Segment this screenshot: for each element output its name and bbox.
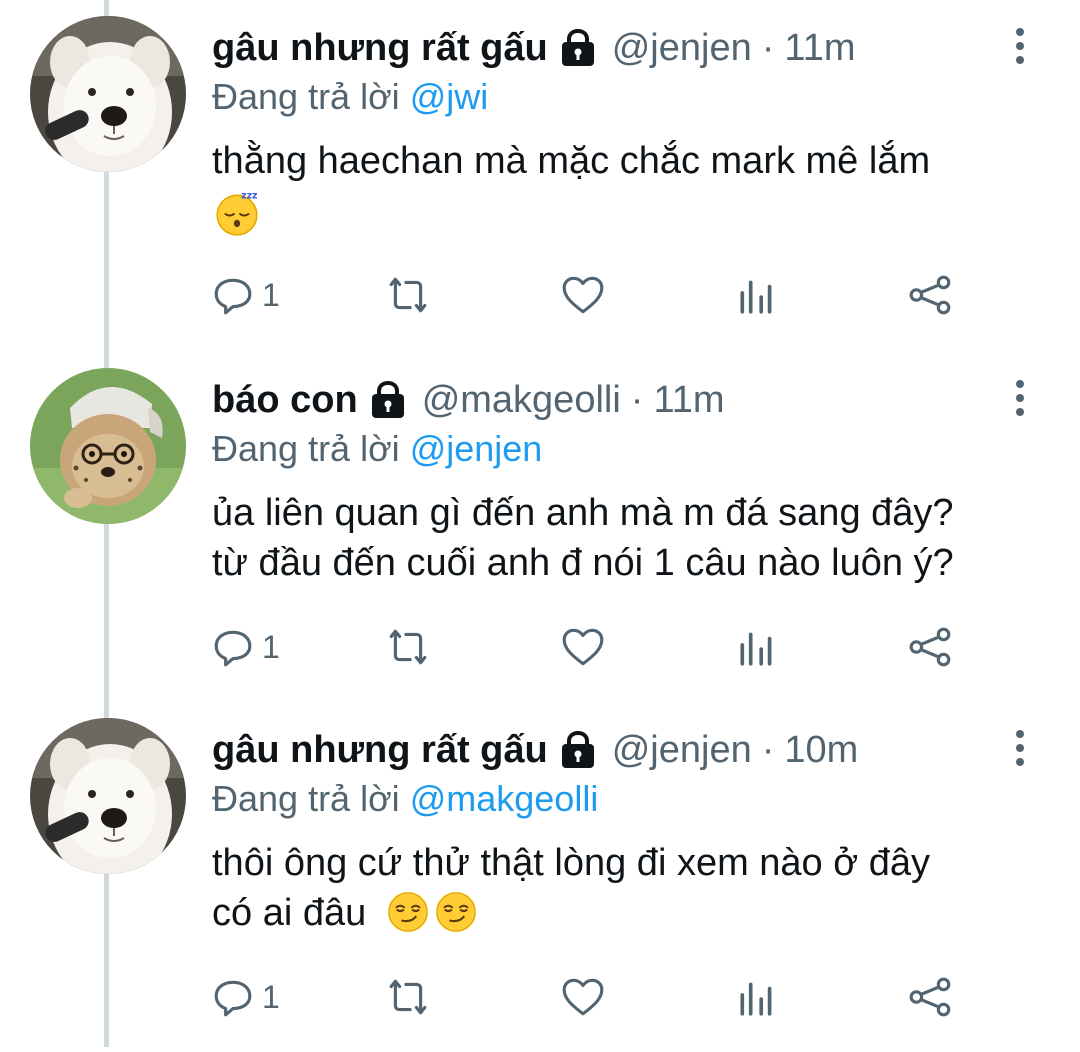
replying-to-label: Đang trả lời bbox=[212, 428, 400, 469]
reply-icon bbox=[212, 976, 254, 1018]
display-name[interactable]: gâu nhưng rất gấu bbox=[212, 27, 548, 70]
tweet-text-line: có ai đâu bbox=[212, 892, 367, 934]
replying-to-mention[interactable]: @makgeolli bbox=[410, 778, 599, 819]
replying-to: Đang trả lời @jwi bbox=[212, 76, 488, 118]
reply-icon bbox=[212, 274, 254, 316]
analytics-button[interactable] bbox=[736, 622, 778, 672]
lock-icon bbox=[558, 730, 598, 770]
retweet-icon bbox=[384, 626, 432, 668]
action-bar: 1 bbox=[212, 972, 972, 1022]
reply-count: 1 bbox=[262, 276, 280, 313]
tweet-text-line-with-emoji: có ai đâu bbox=[212, 888, 1032, 938]
timestamp[interactable]: 10m bbox=[784, 729, 858, 772]
tweet-header: báo con @makgeolli · 11m bbox=[212, 374, 725, 426]
lock-icon bbox=[368, 380, 408, 420]
like-icon bbox=[560, 626, 606, 668]
separator-dot: · bbox=[761, 26, 775, 69]
analytics-icon bbox=[736, 976, 778, 1018]
display-name[interactable]: gâu nhưng rất gấu bbox=[212, 729, 548, 772]
replying-to-mention[interactable]: @jwi bbox=[410, 76, 489, 117]
tweet-text-line: thằng haechan mà mặc chắc mark mê lắm bbox=[212, 140, 931, 182]
reply-icon bbox=[212, 626, 254, 668]
action-bar: 1 bbox=[212, 270, 972, 320]
more-options-icon[interactable] bbox=[1008, 728, 1032, 768]
like-button[interactable] bbox=[560, 622, 606, 672]
display-name[interactable]: báo con bbox=[212, 379, 358, 422]
tweet-text: thằng haechan mà mặc chắc mark mê lắm bbox=[212, 136, 1032, 248]
smirking-face-emoji bbox=[433, 889, 479, 935]
smirking-face-emoji bbox=[385, 889, 431, 935]
share-icon bbox=[908, 274, 954, 316]
replying-to: Đang trả lời @makgeolli bbox=[212, 778, 598, 820]
user-handle[interactable]: @jenjen bbox=[612, 27, 752, 70]
more-options-icon[interactable] bbox=[1008, 26, 1032, 66]
like-icon bbox=[560, 274, 606, 316]
like-button[interactable] bbox=[560, 972, 606, 1022]
retweet-button[interactable] bbox=[384, 622, 432, 672]
share-icon bbox=[908, 626, 954, 668]
share-icon bbox=[908, 976, 954, 1018]
retweet-button[interactable] bbox=[384, 270, 432, 320]
samoyed-dog-avatar[interactable] bbox=[30, 16, 186, 172]
timestamp[interactable]: 11m bbox=[653, 379, 724, 422]
tweet-header: gâu nhưng rất gấu @jenjen · 11m bbox=[212, 22, 856, 74]
tweet-text: ủa liên quan gì đến anh mà m đá sang đây… bbox=[212, 488, 1032, 588]
retweet-button[interactable] bbox=[384, 972, 432, 1022]
share-button[interactable] bbox=[908, 972, 954, 1022]
tweet-text-line: ủa liên quan gì đến anh mà m đá sang đây… bbox=[212, 492, 954, 534]
retweet-icon bbox=[384, 976, 432, 1018]
replying-to-label: Đang trả lời bbox=[212, 76, 400, 117]
tweet[interactable]: gâu nhưng rất gấu @jenjen · 11m Đang trả… bbox=[0, 0, 1080, 350]
samoyed-dog-avatar[interactable] bbox=[30, 718, 186, 874]
separator-dot: · bbox=[630, 378, 644, 421]
reply-count: 1 bbox=[262, 628, 280, 665]
timestamp[interactable]: 11m bbox=[784, 27, 855, 70]
tweet[interactable]: báo con @makgeolli · 11m Đang trả lời @j… bbox=[0, 352, 1080, 702]
reply-button[interactable]: 1 bbox=[212, 270, 280, 320]
reply-count: 1 bbox=[262, 978, 280, 1015]
user-handle[interactable]: @jenjen bbox=[612, 729, 752, 772]
lock-icon bbox=[558, 28, 598, 68]
replying-to-label: Đang trả lời bbox=[212, 778, 400, 819]
emoji-row bbox=[212, 186, 1032, 248]
tweet-text-line: thôi ông cứ thử thật lòng đi xem nào ở đ… bbox=[212, 842, 930, 884]
share-button[interactable] bbox=[908, 270, 954, 320]
like-button[interactable] bbox=[560, 270, 606, 320]
replying-to: Đang trả lời @jenjen bbox=[212, 428, 542, 470]
analytics-icon bbox=[736, 626, 778, 668]
sleeping-face-emoji bbox=[212, 188, 262, 238]
user-handle[interactable]: @makgeolli bbox=[422, 379, 621, 422]
analytics-button[interactable] bbox=[736, 270, 778, 320]
share-button[interactable] bbox=[908, 622, 954, 672]
tweet-header: gâu nhưng rất gấu @jenjen · 10m bbox=[212, 724, 858, 776]
analytics-button[interactable] bbox=[736, 972, 778, 1022]
reply-button[interactable]: 1 bbox=[212, 972, 280, 1022]
action-bar: 1 bbox=[212, 622, 972, 672]
tweet-text-line: từ đầu đến cuối anh đ nói 1 câu nào luôn… bbox=[212, 542, 954, 584]
tweet-text: thôi ông cứ thử thật lòng đi xem nào ở đ… bbox=[212, 838, 1032, 938]
tweet[interactable]: gâu nhưng rất gấu @jenjen · 10m Đang trả… bbox=[0, 702, 1080, 1052]
like-icon bbox=[560, 976, 606, 1018]
cheetah-cub-avatar[interactable] bbox=[30, 368, 186, 524]
reply-button[interactable]: 1 bbox=[212, 622, 280, 672]
analytics-icon bbox=[736, 274, 778, 316]
more-options-icon[interactable] bbox=[1008, 378, 1032, 418]
retweet-icon bbox=[384, 274, 432, 316]
separator-dot: · bbox=[761, 728, 775, 771]
replying-to-mention[interactable]: @jenjen bbox=[410, 428, 543, 469]
